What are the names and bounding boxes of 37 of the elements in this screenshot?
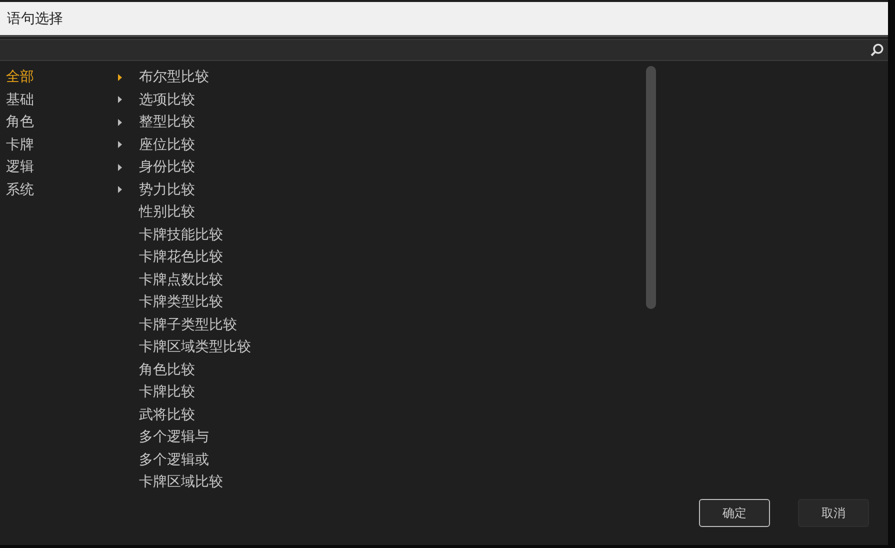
list-item[interactable]: 整型比较 [139, 111, 646, 134]
category-item[interactable]: 逻辑 [0, 156, 126, 178]
window-title: 语句选择 [7, 10, 63, 28]
category-item[interactable]: 卡牌 [0, 134, 126, 156]
list-item[interactable]: 卡牌花色比较 [139, 246, 646, 268]
category-item[interactable]: 系统 [0, 178, 126, 201]
list-item[interactable]: 多个逻辑或 [139, 448, 646, 471]
confirm-button[interactable]: 确定 [699, 499, 770, 527]
category-item[interactable]: 基础 [0, 88, 126, 111]
search-field[interactable] [0, 39, 888, 61]
caret-icon [118, 164, 122, 171]
category-item[interactable]: 全部 [0, 66, 126, 88]
list-item[interactable]: 身份比较 [139, 156, 646, 178]
list-item[interactable]: 卡牌类型比较 [139, 291, 646, 314]
list-item[interactable]: 卡牌子类型比较 [139, 314, 646, 336]
list-item[interactable]: 卡牌技能比较 [139, 224, 646, 246]
list-item[interactable]: 卡牌区域类型比较 [139, 336, 646, 358]
list-item[interactable]: 布尔型比较 [139, 66, 646, 88]
caret-icon [118, 74, 122, 81]
list-item[interactable]: 座位比较 [139, 134, 646, 156]
caret-icon [118, 141, 122, 148]
list-item[interactable]: 卡牌区域比较 [139, 471, 646, 494]
list-item[interactable]: 多个逻辑与 [139, 426, 646, 448]
list-item[interactable]: 角色比较 [139, 358, 646, 381]
caret-icon [118, 118, 122, 126]
caret-icon [118, 186, 122, 194]
list-item[interactable]: 武将比较 [139, 404, 646, 426]
list-item[interactable]: 性别比较 [139, 201, 646, 224]
list-item[interactable]: 卡牌点数比较 [139, 268, 646, 291]
cancel-button[interactable]: 取消 [798, 499, 869, 527]
caret-icon [118, 96, 122, 104]
list-item[interactable]: 势力比较 [139, 178, 646, 201]
scrollbar-thumb[interactable] [646, 66, 656, 309]
category-item[interactable]: 角色 [0, 111, 126, 134]
list-item[interactable]: 选项比较 [139, 88, 646, 111]
list-item[interactable]: 卡牌比较 [139, 381, 646, 404]
search-icon[interactable] [870, 43, 884, 57]
